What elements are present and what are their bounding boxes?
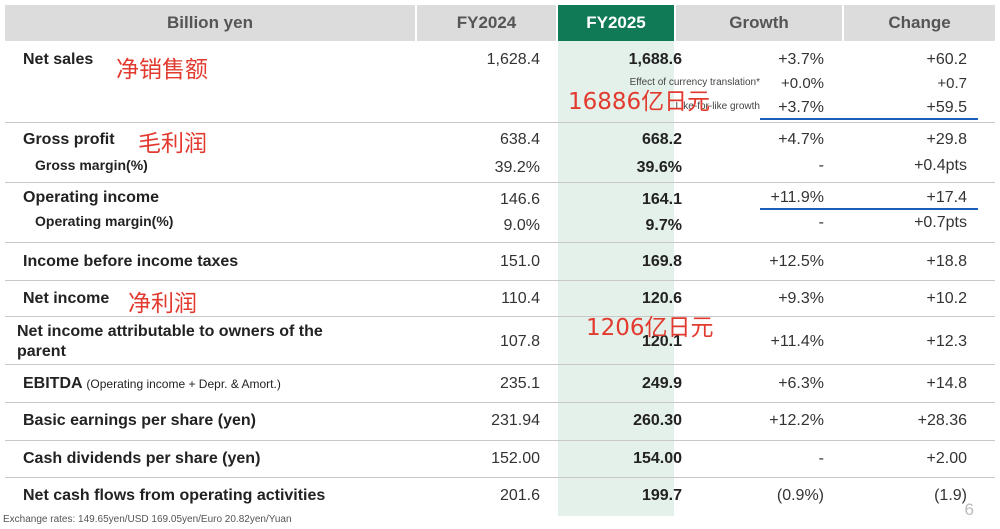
cash-dividends-growth: -: [818, 450, 824, 467]
like-for-like-change: +59.5: [926, 99, 967, 116]
income-before-taxes-growth: +12.5%: [769, 253, 824, 270]
net-income-annotation: 净利润: [128, 291, 197, 317]
operating-income-fy2025: 164.1: [641, 191, 682, 208]
exchange-rates-note: Exchange rates: 149.65yen/USD 169.05yen/…: [3, 514, 292, 525]
net-income-owners-label: Net income attributable to owners of the…: [17, 323, 323, 360]
net-income-change: +10.2: [926, 290, 967, 307]
row-divider: [5, 402, 995, 403]
operating-margin-growth: -: [818, 214, 824, 231]
net-sales-growth: +3.7%: [778, 51, 824, 68]
net-income-amount-annotation: 1206亿日元: [586, 315, 714, 341]
ebitda-label-note: (Operating income + Depr. & Amort.): [86, 377, 281, 391]
operating-income-underline: [760, 208, 978, 210]
header-fy2024: FY2024: [417, 5, 556, 41]
gross-margin-label: Gross margin(%): [35, 157, 148, 173]
row-divider: [5, 122, 995, 123]
ebitda-fy2025: 249.9: [641, 375, 682, 392]
operating-income-fy2024: 146.6: [499, 191, 540, 208]
row-divider: [5, 364, 995, 365]
header-fy2025: FY2025: [558, 5, 674, 41]
row-divider: [5, 440, 995, 441]
operating-cash-flows-growth: (0.9%): [776, 487, 824, 504]
income-before-taxes-change: +18.8: [926, 253, 967, 270]
row-divider: [5, 242, 995, 243]
row-divider: [5, 477, 995, 478]
gross-profit-change: +29.8: [926, 131, 967, 148]
net-income-growth: +9.3%: [778, 290, 824, 307]
income-before-taxes-label: Income before income taxes: [23, 253, 239, 270]
ebitda-growth: +6.3%: [778, 375, 824, 392]
cash-dividends-change: +2.00: [926, 450, 967, 467]
gross-margin-fy2024: 39.2%: [494, 159, 540, 176]
net-sales-fy2024: 1,628.4: [486, 51, 540, 68]
row-divider: [5, 280, 995, 281]
operating-cash-flows-fy2025: 199.7: [641, 487, 682, 504]
operating-income-change: +17.4: [926, 189, 967, 206]
header-growth: Growth: [676, 5, 842, 41]
operating-margin-fy2024: 9.0%: [503, 217, 540, 234]
net-income-label: Net income: [23, 290, 110, 307]
gross-margin-growth: -: [818, 157, 824, 174]
net-sales-fy2025: 1,688.6: [628, 51, 682, 68]
gross-margin-change: +0.4pts: [914, 157, 967, 174]
basic-eps-growth: +12.2%: [769, 412, 824, 429]
net-income-fy2024: 110.4: [501, 290, 540, 307]
currency-translation-change: +0.7: [937, 75, 967, 92]
row-divider: [5, 182, 995, 183]
gross-profit-fy2025: 668.2: [641, 131, 682, 148]
operating-income-growth: +11.9%: [770, 189, 824, 206]
gross-profit-label: Gross profit: [23, 131, 115, 148]
ebitda-change: +14.8: [926, 375, 967, 392]
net-income-owners-growth: +11.4%: [770, 333, 824, 350]
header-billion-yen: Billion yen: [5, 5, 415, 41]
operating-cash-flows-label: Net cash flows from operating activities: [23, 487, 326, 504]
gross-margin-fy2025: 39.6%: [636, 159, 682, 176]
ebitda-label-main: EBITDA: [23, 375, 82, 392]
header-change: Change: [844, 5, 995, 41]
net-income-fy2025: 120.6: [641, 290, 682, 307]
basic-eps-fy2025: 260.30: [633, 412, 682, 429]
operating-margin-fy2025: 9.7%: [645, 217, 682, 234]
income-before-taxes-fy2025: 169.8: [641, 253, 682, 270]
net-sales-annotation: 净销售额: [116, 57, 208, 83]
sales-amount-annotation: 16886亿日元: [568, 89, 711, 115]
basic-eps-label: Basic earnings per share (yen): [23, 412, 256, 429]
net-income-owners-fy2024: 107.8: [499, 333, 540, 350]
basic-eps-change: +28.36: [917, 412, 967, 429]
gross-profit-annotation: 毛利润: [138, 131, 207, 157]
operating-margin-change: +0.7pts: [914, 214, 967, 231]
cash-dividends-label: Cash dividends per share (yen): [23, 450, 261, 467]
net-income-owners-change: +12.3: [926, 333, 967, 350]
net-sales-label: Net sales: [23, 51, 94, 68]
like-for-like-growth: +3.7%: [778, 99, 824, 116]
gross-profit-growth: +4.7%: [778, 131, 824, 148]
cash-dividends-fy2024: 152.00: [491, 450, 540, 467]
ebitda-label: EBITDA (Operating income + Depr. & Amort…: [23, 375, 281, 393]
net-sales-change: +60.2: [926, 51, 967, 68]
basic-eps-fy2024: 231.94: [491, 412, 540, 429]
ebitda-fy2024: 235.1: [499, 375, 540, 392]
operating-income-label: Operating income: [23, 189, 160, 206]
gross-profit-fy2024: 638.4: [499, 131, 540, 148]
operating-margin-label: Operating margin(%): [35, 213, 174, 229]
operating-cash-flows-fy2024: 201.6: [499, 487, 540, 504]
currency-translation-growth: +0.0%: [781, 75, 824, 92]
operating-cash-flows-change: (1.9): [934, 487, 967, 504]
cash-dividends-fy2025: 154.00: [633, 450, 682, 467]
like-for-like-underline: [760, 118, 978, 120]
income-before-taxes-fy2024: 151.0: [499, 253, 540, 270]
